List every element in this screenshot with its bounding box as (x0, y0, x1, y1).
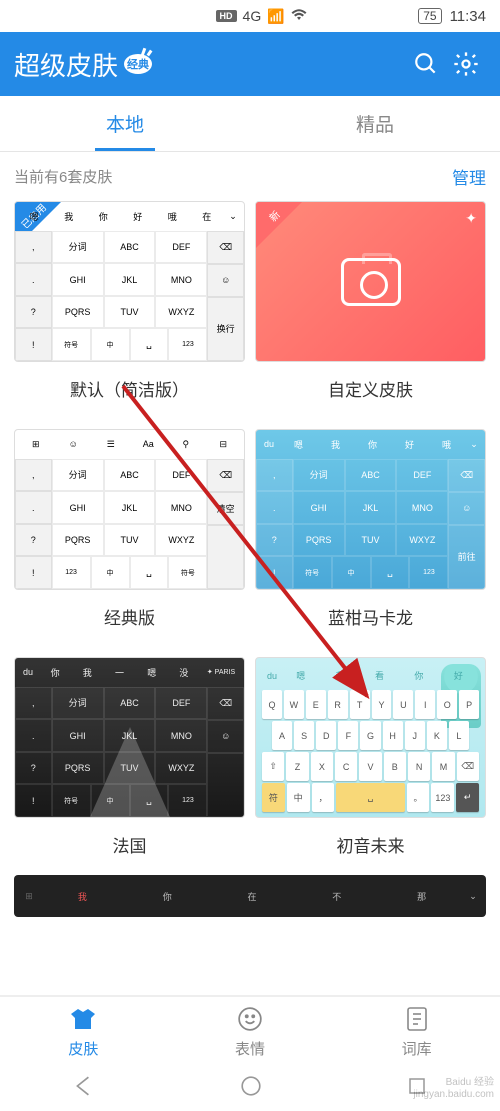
new-badge: 新 (256, 202, 302, 248)
skin-card-miku[interactable]: du嗯我看你好 QWERTYUIOP ASDFGHJKL ⇧ZXCVBNM⌫ 符… (255, 657, 486, 875)
camera-icon (341, 258, 401, 306)
network-indicator: 4G (243, 8, 262, 24)
shirt-icon (68, 1004, 98, 1034)
manage-link[interactable]: 管理 (452, 164, 486, 189)
skin-card-classic[interactable]: ⊞☺☰Aa⚲⊟ ,.?! 分词ABCDEF GHIJKLMNO PQRSTUVW… (14, 429, 245, 647)
skin-card-custom[interactable]: 新 ✦ 自定义皮肤 (255, 201, 486, 419)
skin-title: 法国 (14, 818, 245, 875)
tab-local[interactable]: 本地 (0, 96, 250, 151)
watermark: Baidu 经验jingyan.baidu.com (413, 1077, 494, 1101)
skin-card-macaron[interactable]: du嗯我你好哦⌄ ,.?! 分词ABCDEF GHIJKLMNO PQRSTUV… (255, 429, 486, 647)
hd-indicator: HD (216, 10, 237, 22)
bottom-nav: 皮肤 表情 词库 (0, 995, 500, 1065)
signal-icon: 📶 (267, 8, 284, 25)
search-button[interactable] (406, 44, 446, 84)
wifi-icon (291, 8, 307, 24)
skin-card-france[interactable]: du你我一嗯没✦ PARIS ,.?! 分词ABCDEF GHIJKLMNO P… (14, 657, 245, 875)
tab-bar: 本地 精品 (0, 96, 500, 152)
sparkle-icon: ✦ (465, 210, 477, 227)
dictionary-icon (402, 1004, 432, 1034)
skin-title: 经典版 (14, 590, 245, 647)
skin-card-partial[interactable]: ⊞我你在不那⌄ (14, 875, 486, 917)
nav-dict[interactable]: 词库 (333, 997, 500, 1065)
clock: 11:34 (450, 8, 486, 25)
skin-card-default[interactable]: 已启用 嗯我你好哦在⌄ ,.?! 分词ABCDEF GHIJKLMNO PQRS… (14, 201, 245, 419)
status-bar: HD 4G 📶 75 11:34 (0, 0, 500, 32)
skin-title: 初音未来 (255, 818, 486, 875)
subheader: 当前有6套皮肤 管理 (0, 152, 500, 199)
classic-badge: 经典 (124, 54, 152, 74)
home-button[interactable] (240, 1075, 262, 1102)
skin-title: 自定义皮肤 (255, 362, 486, 419)
settings-button[interactable] (446, 44, 486, 84)
skin-title: 蓝柑马卡龙 (255, 590, 486, 647)
skin-count-text: 当前有6套皮肤 (14, 166, 452, 187)
skin-title: 默认（简洁版） (14, 362, 245, 419)
app-header: 超级皮肤 经典 (0, 32, 500, 96)
smile-icon (235, 1004, 265, 1034)
nav-skin[interactable]: 皮肤 (0, 997, 167, 1065)
nav-emoji[interactable]: 表情 (167, 997, 334, 1065)
battery-indicator: 75 (418, 8, 441, 24)
back-button[interactable] (73, 1075, 95, 1102)
skin-grid: 已启用 嗯我你好哦在⌄ ,.?! 分词ABCDEF GHIJKLMNO PQRS… (0, 199, 500, 875)
page-title: 超级皮肤 (14, 46, 118, 83)
tab-premium[interactable]: 精品 (250, 96, 500, 151)
